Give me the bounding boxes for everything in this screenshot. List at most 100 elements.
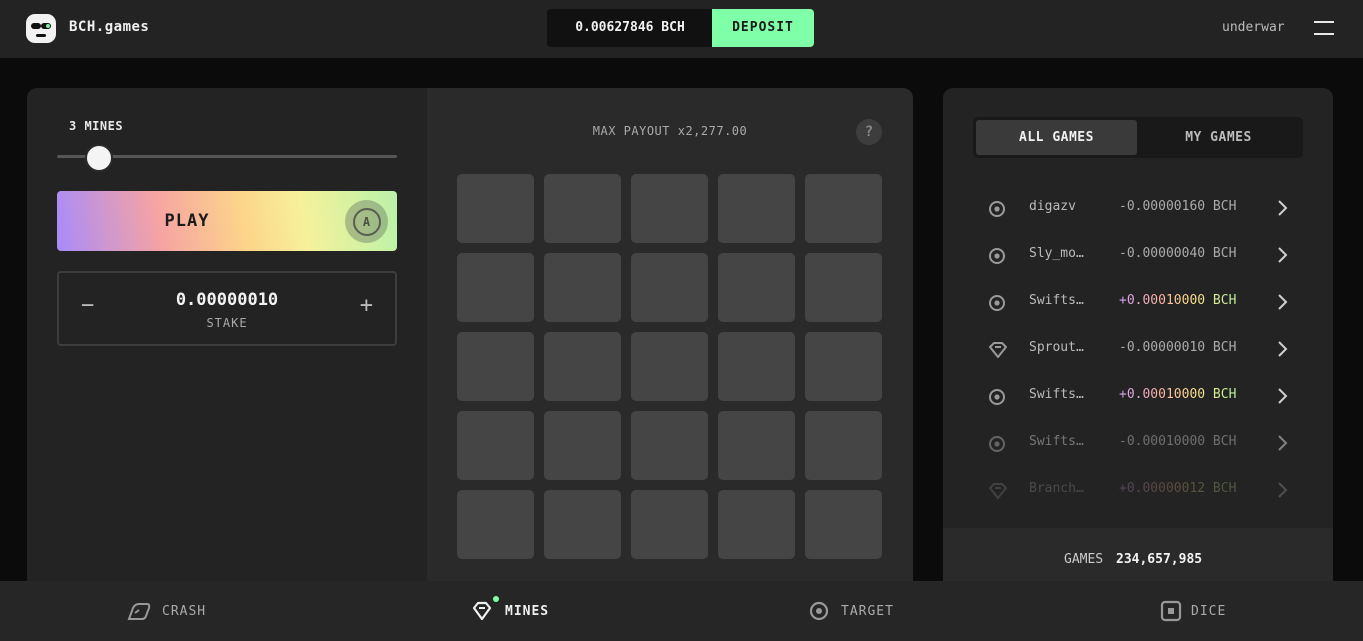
deposit-button[interactable]: DEPOSIT <box>712 9 814 47</box>
mine-tile[interactable] <box>805 332 882 401</box>
mine-tile[interactable] <box>457 174 534 243</box>
history-tabs: ALL GAMES MY GAMES <box>973 117 1303 158</box>
game-row[interactable]: Swifts… +0.00010000 BCH <box>973 279 1303 326</box>
chevron-right-icon[interactable] <box>1275 387 1289 405</box>
game-amount: +0.00010000 BCH <box>1119 387 1237 402</box>
mine-tile[interactable] <box>718 253 795 322</box>
player-name: Sly_mo… <box>1029 246 1084 261</box>
mines-count-label: 3 MINES <box>69 119 124 133</box>
mine-tile[interactable] <box>631 332 708 401</box>
play-button[interactable]: PLAY A <box>57 191 397 251</box>
game-row[interactable]: Sly_mo… -0.00000040 BCH <box>973 232 1303 279</box>
game-amount: -0.00000040 BCH <box>1119 246 1237 261</box>
tab-all-games[interactable]: ALL GAMES <box>976 120 1137 155</box>
logo-icon[interactable] <box>26 14 56 43</box>
game-amount: -0.00000160 BCH <box>1119 199 1237 214</box>
brand-name[interactable]: BCH.games <box>69 19 149 35</box>
game-row[interactable]: Sprout… -0.00000010 BCH <box>973 326 1303 373</box>
game-amount: -0.00010000 BCH <box>1119 434 1237 449</box>
gem-icon <box>988 482 1007 500</box>
mine-tile[interactable] <box>544 332 621 401</box>
nav-target-label: TARGET <box>841 604 894 619</box>
player-name: Swifts… <box>1029 434 1084 449</box>
mine-tile[interactable] <box>631 174 708 243</box>
mine-tile[interactable] <box>805 253 882 322</box>
nav-dice-label: DICE <box>1191 604 1227 619</box>
chevron-right-icon[interactable] <box>1275 481 1289 499</box>
mine-tile[interactable] <box>718 332 795 401</box>
gem-icon <box>472 601 492 621</box>
mine-tile[interactable] <box>457 253 534 322</box>
target-icon <box>988 247 1006 265</box>
mine-tile[interactable] <box>544 411 621 480</box>
target-icon <box>988 200 1006 218</box>
username[interactable]: underwar <box>1222 20 1285 35</box>
mine-tile[interactable] <box>457 490 534 559</box>
play-label: PLAY <box>164 211 210 231</box>
mine-tile[interactable] <box>544 253 621 322</box>
mine-tile[interactable] <box>544 174 621 243</box>
mine-tile[interactable] <box>718 174 795 243</box>
target-icon <box>988 388 1006 406</box>
bottom-nav: CRASH MINES TARGET DICE <box>0 581 1363 641</box>
games-list: digazv -0.00000160 BCH Sly_mo… -0.00000040 … <box>973 185 1303 514</box>
mine-tile[interactable] <box>544 490 621 559</box>
mine-tile[interactable] <box>718 411 795 480</box>
mine-tile[interactable] <box>631 253 708 322</box>
mine-tile[interactable] <box>805 174 882 243</box>
stake-input[interactable]: − 0.00000010 STAKE + <box>57 271 397 346</box>
crash-icon <box>127 603 151 620</box>
games-total-value: 234,657,985 <box>1116 552 1203 567</box>
mine-tile[interactable] <box>457 411 534 480</box>
stake-label: STAKE <box>206 316 248 330</box>
help-icon[interactable]: ? <box>856 119 882 145</box>
game-controls: 3 MINES PLAY A − 0.00000010 STAKE + <box>27 88 427 581</box>
stake-value[interactable]: 0.00000010 <box>59 290 395 310</box>
nav-mines[interactable]: MINES <box>470 581 580 641</box>
nav-crash-label: CRASH <box>162 604 207 619</box>
mine-tile[interactable] <box>631 411 708 480</box>
hamburger-menu-icon[interactable] <box>1314 21 1334 35</box>
player-name: Swifts… <box>1029 387 1084 402</box>
mine-tile[interactable] <box>718 490 795 559</box>
nav-mines-label: MINES <box>505 604 550 619</box>
chevron-right-icon[interactable] <box>1275 199 1289 217</box>
mine-tile[interactable] <box>805 411 882 480</box>
nav-crash[interactable]: CRASH <box>127 581 247 641</box>
game-row[interactable]: Branch… +0.00000012 BCH <box>973 467 1303 514</box>
chevron-right-icon[interactable] <box>1275 246 1289 264</box>
chevron-right-icon[interactable] <box>1275 340 1289 358</box>
gem-icon <box>988 341 1007 359</box>
game-row[interactable]: Swifts… -0.00010000 BCH <box>973 420 1303 467</box>
player-name: digazv <box>1029 199 1076 214</box>
chevron-right-icon[interactable] <box>1275 434 1289 452</box>
game-row[interactable]: Swifts… +0.00010000 BCH <box>973 373 1303 420</box>
chevron-right-icon[interactable] <box>1275 293 1289 311</box>
tab-my-games[interactable]: MY GAMES <box>1137 120 1300 155</box>
top-header: BCH.games 0.00627846 BCH DEPOSIT underwa… <box>0 0 1363 58</box>
target-icon <box>988 435 1006 453</box>
mines-board: MAX PAYOUT x2,277.00 ? <box>427 88 913 581</box>
game-amount: +0.00000012 BCH <box>1119 481 1237 496</box>
nav-dice[interactable]: DICE <box>1160 581 1250 641</box>
increase-stake-button[interactable]: + <box>360 293 373 318</box>
games-history: ALL GAMES MY GAMES digazv -0.00000160 BCH… <box>943 88 1333 581</box>
mine-tile[interactable] <box>631 490 708 559</box>
balance-display[interactable]: 0.00627846 BCH <box>547 9 713 47</box>
game-amount: +0.00010000 BCH <box>1119 293 1237 308</box>
games-total: GAMES 234,657,985 <box>943 528 1333 581</box>
target-icon <box>809 601 829 621</box>
game-row[interactable]: digazv -0.00000160 BCH <box>973 185 1303 232</box>
autoplay-button[interactable]: A <box>345 200 388 243</box>
mine-tile[interactable] <box>805 490 882 559</box>
mine-tile[interactable] <box>457 332 534 401</box>
player-name: Sprout… <box>1029 340 1084 355</box>
dice-icon <box>1160 600 1182 622</box>
mines-slider-handle[interactable] <box>84 144 113 172</box>
player-name: Swifts… <box>1029 293 1084 308</box>
nav-target[interactable]: TARGET <box>808 581 918 641</box>
player-name: Branch… <box>1029 481 1084 496</box>
autoplay-icon: A <box>352 207 381 236</box>
active-indicator <box>493 596 499 602</box>
game-amount: -0.00000010 BCH <box>1119 340 1237 355</box>
